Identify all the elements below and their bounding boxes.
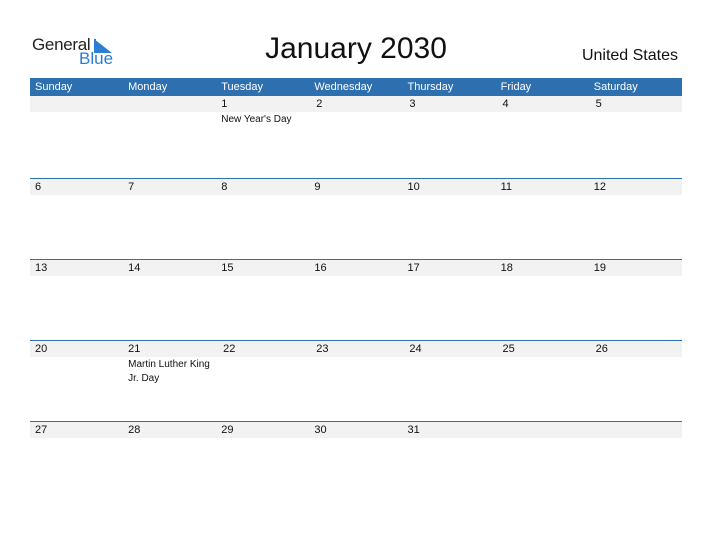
day-number: 23 xyxy=(316,343,329,355)
day-cell xyxy=(496,422,589,502)
day-number: 8 xyxy=(221,181,228,193)
day-cell: 26 xyxy=(591,341,684,421)
day-cell: 22 xyxy=(218,341,311,421)
day-cell: 21 Martin Luther King Jr. Day xyxy=(123,341,218,421)
day-number: 3 xyxy=(409,98,416,110)
day-cell xyxy=(30,96,123,178)
day-number: 28 xyxy=(128,424,141,436)
day-number: 13 xyxy=(35,262,48,274)
day-number: 7 xyxy=(128,181,135,193)
day-number: 18 xyxy=(500,262,513,274)
day-number: 16 xyxy=(314,262,327,274)
day-cell: 28 xyxy=(123,422,216,502)
day-number: 15 xyxy=(221,262,234,274)
day-cell: 4 xyxy=(498,96,591,178)
weekday-saturday: Saturday xyxy=(593,81,638,93)
week-row: 6 7 8 9 10 11 12 xyxy=(30,178,682,259)
day-cell: 14 xyxy=(123,260,216,340)
day-cell: 5 xyxy=(591,96,684,178)
day-number xyxy=(128,96,216,112)
day-number: 14 xyxy=(128,262,141,274)
day-number: 10 xyxy=(407,181,420,193)
weekday-thursday: Thursday xyxy=(407,81,454,93)
weekday-tuesday: Tuesday xyxy=(221,81,264,93)
week-row: 13 14 15 16 17 18 19 xyxy=(30,259,682,340)
day-number xyxy=(594,422,682,438)
day-cell: 13 xyxy=(30,260,123,340)
day-number xyxy=(35,96,123,112)
day-cell: 23 xyxy=(311,341,404,421)
weekday-header: Sunday Monday Tuesday Wednesday Thursday Frid… xyxy=(30,78,682,96)
day-number: 21 xyxy=(128,343,141,355)
day-cell: 7 xyxy=(123,179,216,259)
day-cell: 17 xyxy=(403,260,496,340)
day-number: 11 xyxy=(500,181,513,193)
day-cell: 27 xyxy=(30,422,123,502)
day-number: 25 xyxy=(502,343,515,355)
day-number: 9 xyxy=(314,181,321,193)
calendar-grid: Sunday Monday Tuesday Wednesday Thursday Frid… xyxy=(30,78,682,502)
day-number: 31 xyxy=(407,424,420,436)
day-cell: 20 xyxy=(30,341,123,421)
day-number: 27 xyxy=(35,424,48,436)
day-cell: 15 xyxy=(216,260,309,340)
day-number: 2 xyxy=(316,98,323,110)
day-cell: 29 xyxy=(216,422,309,502)
day-cell: 25 xyxy=(498,341,591,421)
day-number: 6 xyxy=(35,181,42,193)
day-cell: 12 xyxy=(589,179,682,259)
weekday-wednesday: Wednesday xyxy=(314,81,373,93)
day-cell: 3 xyxy=(404,96,497,178)
day-number: 24 xyxy=(409,343,422,355)
day-number: 19 xyxy=(593,262,606,274)
day-cell: 6 xyxy=(30,179,123,259)
weekday-sunday: Sunday xyxy=(35,81,73,93)
day-number: 4 xyxy=(502,98,509,110)
day-number xyxy=(501,422,589,438)
day-number: 20 xyxy=(35,343,48,355)
day-number: 30 xyxy=(314,424,327,436)
day-cell: 24 xyxy=(404,341,497,421)
day-cell: 1 New Year's Day xyxy=(216,96,311,178)
holiday-label: New Year's Day xyxy=(221,114,292,125)
weekday-monday: Monday xyxy=(128,81,168,93)
day-number: 1 xyxy=(221,98,228,110)
day-cell: 9 xyxy=(309,179,402,259)
day-cell: 18 xyxy=(496,260,589,340)
country-label: United States xyxy=(581,47,678,64)
day-number: 26 xyxy=(595,343,608,355)
day-number: 17 xyxy=(407,262,420,274)
day-cell xyxy=(123,96,216,178)
week-row: 27 28 29 30 31 xyxy=(30,421,682,502)
week-row: 20 21 Martin Luther King Jr. Day 22 23 24 25 26 xyxy=(30,340,682,421)
day-cell xyxy=(589,422,682,502)
day-number: 5 xyxy=(595,98,602,110)
day-number: 29 xyxy=(221,424,234,436)
holiday-label: Martin Luther King Jr. Day xyxy=(128,359,210,384)
day-cell: 11 xyxy=(496,179,589,259)
day-cell: 10 xyxy=(403,179,496,259)
day-number: 12 xyxy=(593,181,606,193)
day-cell: 31 xyxy=(403,422,496,502)
weekday-friday: Friday xyxy=(500,81,532,93)
day-cell: 30 xyxy=(309,422,402,502)
day-cell: 8 xyxy=(216,179,309,259)
day-cell: 19 xyxy=(589,260,682,340)
day-cell: 2 xyxy=(311,96,404,178)
day-cell: 16 xyxy=(309,260,402,340)
day-number: 22 xyxy=(223,343,236,355)
week-row: 1 New Year's Day 2 3 4 5 xyxy=(30,96,682,178)
